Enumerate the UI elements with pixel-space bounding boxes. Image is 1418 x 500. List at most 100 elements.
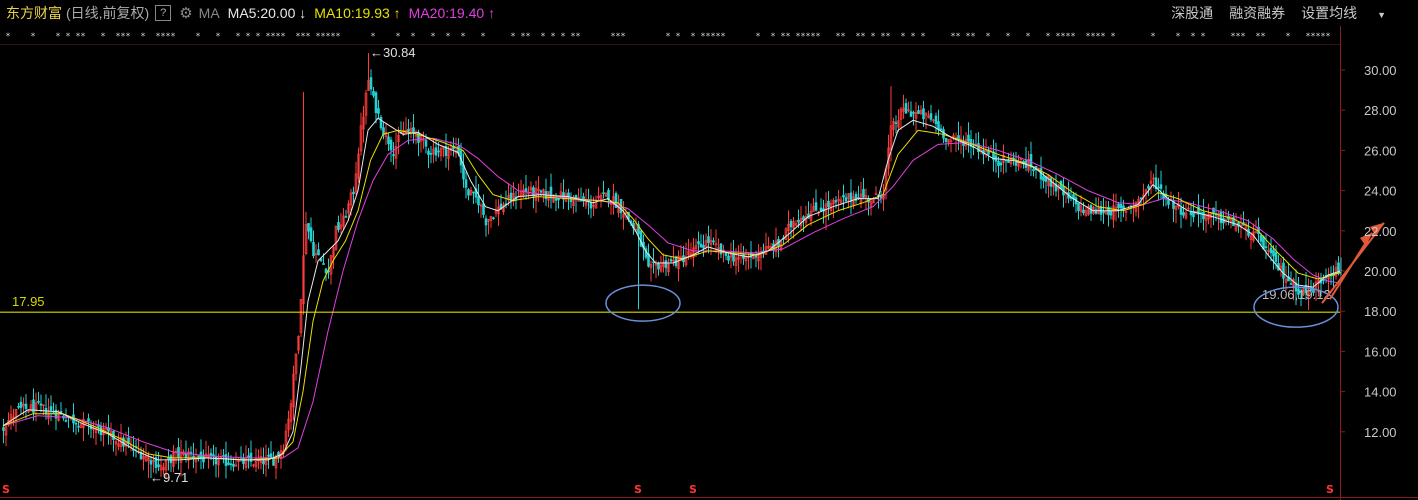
candle — [849, 179, 853, 215]
candle — [17, 403, 20, 410]
candle — [1062, 177, 1065, 208]
info-mark: * — [1101, 32, 1106, 42]
candle — [799, 205, 803, 232]
info-mark: * — [336, 32, 341, 42]
candle — [892, 117, 895, 137]
candle-body — [64, 420, 68, 422]
candle-body — [664, 260, 668, 269]
info-mark: * — [481, 32, 486, 42]
candle-body — [789, 220, 793, 228]
candle — [934, 112, 938, 133]
ma-lines-group — [2, 117, 1341, 461]
candle — [337, 215, 340, 233]
candle — [217, 453, 220, 478]
shenzhen-connect-button[interactable]: 深股通 — [1171, 3, 1213, 23]
chart-mode-label[interactable]: (日线,前复权) — [66, 3, 149, 23]
candle-body — [429, 153, 433, 155]
stock-name[interactable]: 东方财富 — [6, 3, 62, 23]
info-mark: * — [691, 32, 696, 42]
candle — [419, 134, 423, 153]
info-mark: * — [371, 32, 376, 42]
candle — [564, 189, 568, 202]
candle — [342, 208, 345, 230]
ma10-line — [2, 129, 1341, 461]
candlestick-chart[interactable]: * * * * * * * * * * * * * * * * * * * * * * * * * * * * * * * * * * * * * * * *… — [0, 26, 1418, 500]
candle — [549, 173, 553, 209]
candle — [1044, 175, 1048, 194]
candle — [897, 109, 900, 132]
candle-body — [387, 136, 390, 145]
info-mark: * — [236, 32, 241, 42]
info-mark: * — [171, 32, 176, 42]
candle — [362, 105, 365, 143]
candle — [1084, 206, 1088, 217]
candle — [304, 211, 308, 256]
candle — [907, 101, 910, 113]
candle-body — [464, 179, 468, 188]
candle — [912, 110, 915, 126]
candle — [27, 410, 30, 414]
candle-body — [997, 160, 1000, 166]
support-ellipse-left — [605, 284, 681, 322]
candle — [24, 394, 28, 419]
candle — [1052, 178, 1055, 196]
set-ma-button[interactable]: 设置均线 ▼ — [1301, 3, 1402, 23]
info-mark: * — [126, 32, 131, 42]
candle-body — [1032, 169, 1035, 172]
candle — [607, 188, 610, 208]
candle — [1199, 208, 1203, 223]
y-tick-label: 20.00 — [1364, 264, 1397, 279]
candle — [177, 437, 180, 470]
signal-marker: S — [634, 483, 642, 496]
candle — [1207, 203, 1210, 225]
candle-body — [842, 194, 845, 198]
info-mark: * — [6, 32, 11, 42]
help-icon[interactable]: ? — [155, 5, 172, 21]
candle — [382, 121, 385, 140]
signal-marker: S — [1326, 483, 1334, 496]
candle-body — [412, 127, 415, 133]
candle — [992, 139, 995, 172]
candle-body — [1274, 252, 1278, 263]
candle-body — [917, 110, 920, 114]
margin-trading-button[interactable]: 融资融券 — [1229, 3, 1285, 23]
candle — [1234, 213, 1238, 232]
candle — [447, 146, 450, 171]
candle — [1197, 194, 1200, 228]
candle — [377, 99, 380, 120]
candle — [967, 122, 970, 153]
candle-body — [224, 454, 228, 466]
info-mark: * — [911, 32, 916, 42]
candle — [712, 237, 715, 246]
candle — [444, 133, 448, 168]
candle-body — [262, 460, 265, 465]
candle — [859, 181, 863, 209]
candle — [814, 189, 818, 212]
gear-icon[interactable]: ⚙ — [179, 4, 192, 22]
candle — [289, 399, 293, 430]
candle — [157, 451, 160, 472]
candle — [537, 176, 540, 203]
candle — [1069, 187, 1073, 202]
info-mark: * — [216, 32, 221, 42]
candle — [957, 121, 960, 151]
candle-body — [434, 147, 438, 156]
candle-body — [197, 455, 200, 458]
candle-body — [1182, 212, 1185, 216]
candle — [4, 422, 8, 447]
chart-axes — [0, 26, 1418, 500]
candle-body — [39, 403, 43, 406]
annotations-group: 17.95 ←30.84 ←9.71 19.06,19.12 — [0, 45, 1385, 485]
candle — [312, 230, 315, 259]
info-mark: * — [306, 32, 311, 42]
candle — [1334, 260, 1338, 280]
candle — [754, 250, 758, 268]
candle-body — [352, 191, 355, 195]
candle-body — [1282, 262, 1285, 279]
candle-body — [524, 188, 528, 193]
candle-body — [377, 108, 380, 114]
candle — [262, 447, 265, 475]
candle — [484, 215, 488, 237]
candle — [399, 121, 403, 134]
candle — [847, 192, 850, 209]
